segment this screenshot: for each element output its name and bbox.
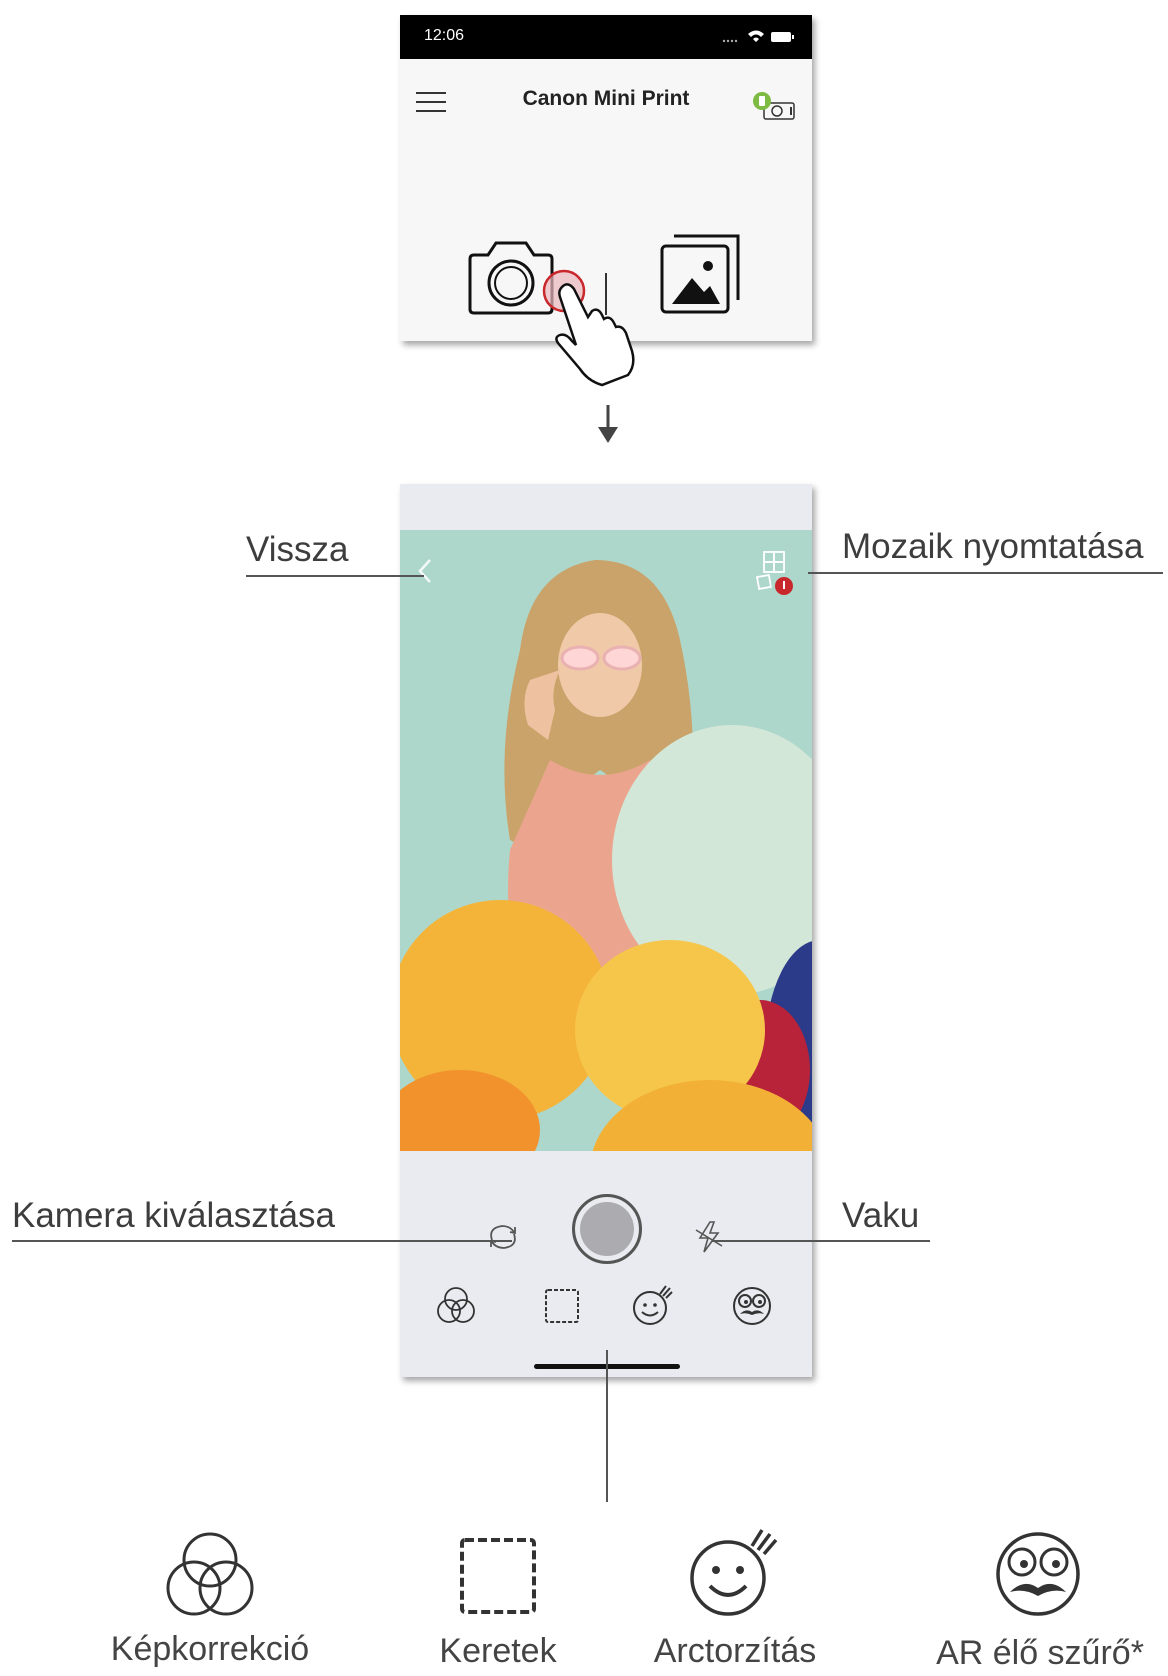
pointing-hand-icon: [542, 269, 635, 387]
gallery-icon[interactable]: [658, 232, 744, 316]
callout-line-flash: [712, 1240, 930, 1242]
camera-preview: [400, 530, 812, 1151]
face-distortion-icon: [690, 1529, 778, 1616]
callout-flash: Vaku: [842, 1196, 920, 1235]
legend-label-ar-filter: AR élő szűrő*: [936, 1634, 1144, 1672]
flash-off-icon[interactable]: [692, 1220, 726, 1254]
ar-filter-icon[interactable]: [730, 1284, 774, 1328]
home-screen: 12:06 Canon Mini Print: [400, 15, 812, 387]
printer-status-icon[interactable]: [750, 91, 798, 121]
frame-icon: [460, 1538, 536, 1614]
legend-label-filter: Képkorrekció: [110, 1630, 310, 1668]
callout-line-toolbar: [606, 1350, 608, 1502]
callout-camera-select: Kamera kiválasztása: [12, 1196, 335, 1235]
filter-icon[interactable]: [434, 1284, 478, 1328]
status-icons: [722, 30, 794, 43]
status-time: 12:06: [424, 27, 465, 44]
ar-filter-icon: [996, 1532, 1080, 1616]
callout-line-camera-select: [12, 1240, 512, 1242]
legend-label-frames: Keretek: [439, 1632, 557, 1670]
callout-collage: Mozaik nyomtatása: [842, 527, 1144, 566]
back-icon[interactable]: [414, 556, 434, 586]
face-distortion-icon[interactable]: [630, 1284, 674, 1328]
camera-switch-icon[interactable]: [484, 1220, 522, 1254]
callout-back: Vissza: [246, 530, 349, 569]
down-arrow-icon: [598, 405, 618, 443]
callout-line-collage: [808, 572, 1163, 574]
callout-line-back: [246, 575, 424, 577]
shutter-button[interactable]: [572, 1194, 642, 1264]
filter-icon: [166, 1532, 254, 1616]
camera-screen: [400, 484, 812, 1377]
legend-label-face-distortion: Arctorzítás: [653, 1632, 817, 1670]
frame-icon[interactable]: [540, 1284, 584, 1328]
status-bar: 12:06: [400, 15, 812, 59]
camera-controls: [400, 1151, 812, 1377]
collage-print-icon[interactable]: [756, 550, 796, 598]
